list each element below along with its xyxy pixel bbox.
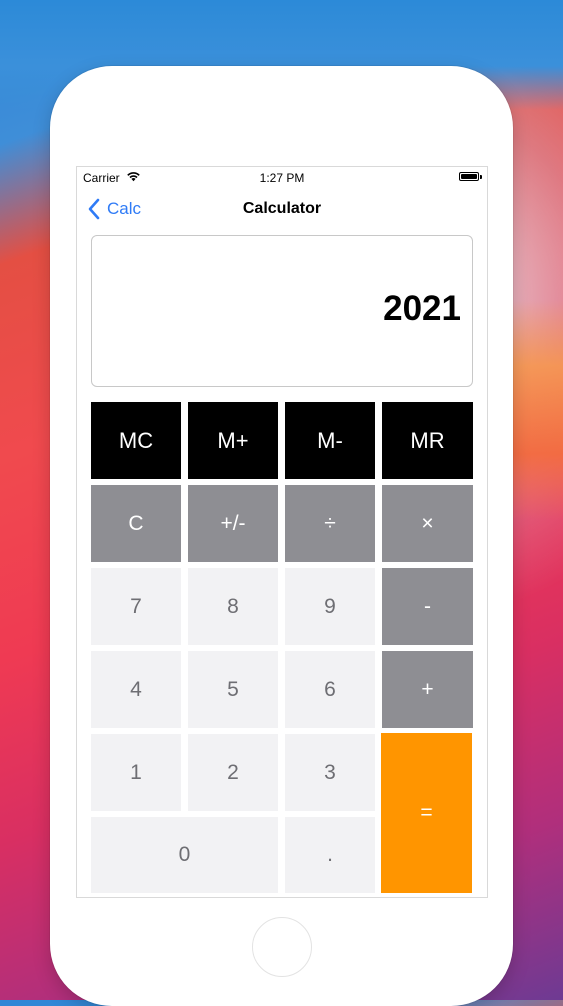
digit-7-button[interactable]: 7 <box>91 568 181 645</box>
digit-5-button[interactable]: 5 <box>188 651 278 728</box>
m-plus-button[interactable]: M+ <box>188 402 278 479</box>
m-minus-button[interactable]: M- <box>285 402 375 479</box>
page-title: Calculator <box>242 200 322 217</box>
battery-level <box>461 174 477 179</box>
mc-button[interactable]: MC <box>91 402 181 479</box>
keypad: MC M+ M- MR C +/- ÷ × 7 8 9 - 4 5 6 + 1 … <box>91 402 473 893</box>
mr-button[interactable]: MR <box>382 402 473 479</box>
navigation-bar: Calc Calculator <box>77 189 487 229</box>
battery-tip <box>480 175 482 179</box>
digit-1-button[interactable]: 1 <box>91 734 181 811</box>
decimal-button[interactable]: . <box>285 817 375 893</box>
divide-button[interactable]: ÷ <box>285 485 375 562</box>
subtract-button[interactable]: - <box>382 568 473 645</box>
digit-3-button[interactable]: 3 <box>285 734 375 811</box>
clear-button[interactable]: C <box>91 485 181 562</box>
status-time: 1:27 PM <box>259 171 305 185</box>
equals-button[interactable]: = <box>381 733 472 893</box>
calculator-display: 2021 <box>91 235 473 387</box>
sign-toggle-button[interactable]: +/- <box>188 485 278 562</box>
battery-icon <box>459 172 479 181</box>
digit-2-button[interactable]: 2 <box>188 734 278 811</box>
status-bar: Carrier 1:27 PM <box>77 167 487 189</box>
digit-8-button[interactable]: 8 <box>188 568 278 645</box>
digit-0-button[interactable]: 0 <box>91 817 278 893</box>
display-value: 2021 <box>383 289 461 328</box>
digit-9-button[interactable]: 9 <box>285 568 375 645</box>
digit-6-button[interactable]: 6 <box>285 651 375 728</box>
add-button[interactable]: + <box>382 651 473 728</box>
multiply-button[interactable]: × <box>382 485 473 562</box>
digit-4-button[interactable]: 4 <box>91 651 181 728</box>
app-screen: Carrier 1:27 PM Calc Calculator 2021 MC … <box>76 166 488 898</box>
home-button[interactable] <box>252 917 312 977</box>
